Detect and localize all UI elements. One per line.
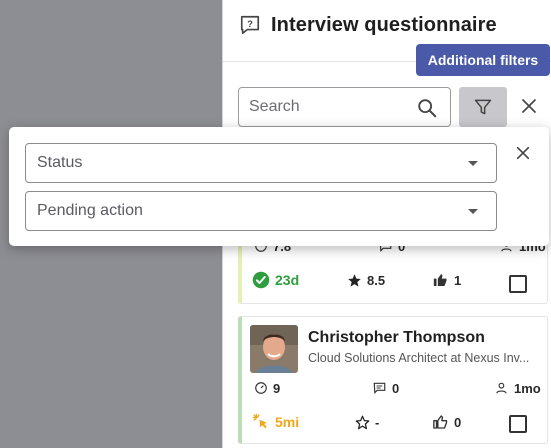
age-stat: 23d	[252, 271, 299, 289]
rating-stat: -	[355, 415, 379, 430]
search-input[interactable]: Search	[238, 87, 451, 127]
close-panel-button[interactable]	[515, 92, 543, 120]
pending-action-placeholder: Pending action	[37, 202, 143, 219]
card-activity-row: 23d 8.5 1	[250, 269, 539, 291]
candidate-name[interactable]: Christopher Thompson	[308, 329, 485, 347]
age-value: 23d	[275, 272, 300, 288]
comments-value: 0	[392, 380, 400, 396]
svg-text:?: ?	[247, 19, 253, 29]
likes-value: 1	[454, 272, 462, 288]
likes-value: 0	[454, 414, 462, 430]
candidate-card[interactable]: Christopher Thompson Cloud Solutions Arc…	[238, 316, 548, 444]
close-filters-button[interactable]	[511, 141, 535, 165]
chevron-down-icon	[468, 209, 478, 214]
additional-filters-button[interactable]: Additional filters	[416, 44, 550, 76]
age-stat: 5mi	[252, 413, 299, 431]
filter-popover: Status Pending action	[9, 127, 549, 246]
close-icon	[516, 146, 530, 160]
score-stat: 9	[254, 381, 280, 396]
search-placeholder: Search	[249, 98, 300, 115]
question-chat-icon: ?	[240, 15, 260, 35]
card-activity-row: 5mi - 0	[250, 411, 539, 433]
search-icon[interactable]	[416, 97, 438, 119]
status-select[interactable]: Status	[25, 143, 497, 183]
pending-action-select[interactable]: Pending action	[25, 191, 497, 231]
close-icon	[522, 99, 536, 113]
time-stat: 1mo	[495, 381, 541, 396]
select-checkbox[interactable]	[509, 415, 527, 433]
person-clock-icon	[496, 382, 507, 394]
cursor-click-icon	[252, 413, 267, 429]
panel-title: Interview questionnaire	[271, 14, 497, 36]
rating-stat: 8.5	[347, 273, 385, 288]
filter-toggle-button[interactable]	[459, 87, 507, 127]
avatar	[250, 325, 298, 373]
thumbs-up-outline-icon	[433, 415, 448, 429]
age-value: 5mi	[275, 414, 300, 430]
score-value: 9	[273, 380, 281, 396]
candidate-role: Cloud Solutions Architect at Nexus Inv..…	[308, 351, 530, 365]
gauge-icon	[255, 382, 267, 394]
check-circle-icon	[252, 271, 270, 289]
likes-stat: 1	[432, 272, 461, 288]
card-stats-row: 9 0 1mo	[250, 377, 541, 399]
status-placeholder: Status	[37, 154, 83, 171]
rating-value: -	[375, 414, 380, 430]
filter-icon	[474, 99, 492, 115]
star-filled-icon	[348, 273, 361, 287]
time-value: 1mo	[514, 380, 541, 396]
comments-icon	[373, 382, 386, 394]
likes-stat: 0	[432, 414, 461, 430]
chevron-down-icon	[468, 161, 478, 166]
select-checkbox[interactable]	[509, 275, 527, 293]
comments-stat: 0	[372, 381, 399, 396]
thumbs-up-filled-icon	[433, 274, 447, 286]
star-outline-icon	[355, 415, 370, 429]
rating-value: 8.5	[367, 272, 386, 288]
